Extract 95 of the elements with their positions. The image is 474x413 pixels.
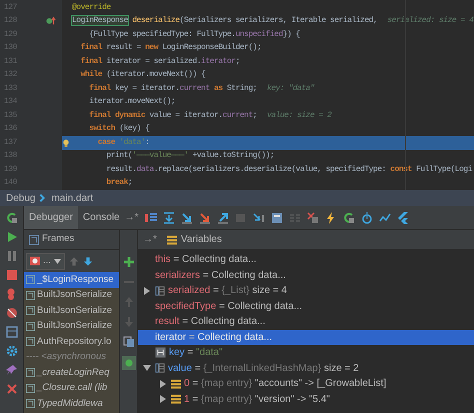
pin-tab-label[interactable]: →* [124, 210, 139, 225]
stack-frame-item[interactable]: _Closure.call (lib [24, 380, 119, 396]
flutter-inspector-icon[interactable] [396, 212, 409, 224]
inline-value-hint: key: "data" [266, 82, 314, 95]
run-config-name: main.dart [51, 192, 94, 206]
stack-frame-item[interactable]: _createLoginReq [24, 365, 119, 380]
code-line: final dynamic value = iterator.current; [88, 110, 257, 122]
panel-title: Frames [42, 232, 74, 246]
variable-entry: serialized = {_List} size = 4 [168, 284, 287, 298]
code-line: case 'data': [96, 136, 150, 149]
settings-icon[interactable] [6, 345, 18, 357]
variable-entry: serializers = Collecting data... [155, 268, 286, 283]
lightning-icon[interactable] [324, 212, 337, 224]
variable-entry: iterator = Collecting data... [155, 330, 272, 345]
rerun-icon[interactable] [6, 212, 18, 224]
line-chart-icon[interactable] [378, 212, 391, 224]
debugger-tab[interactable]: Console [78, 206, 125, 229]
variable-entry: 0 = {map entry} "accounts" -> [_GrowableList] [184, 377, 386, 392]
thread-dropdown[interactable]: ... [26, 252, 65, 270]
code-line: final iterator = serialized.iterator; [80, 56, 240, 68]
stopwatch-icon[interactable] [360, 212, 373, 224]
tree-toggle-icon[interactable] [159, 380, 167, 388]
code-line: switch (key) { [88, 123, 150, 136]
variable-entry: key = "data" [169, 346, 223, 360]
tree-toggle-icon[interactable] [143, 364, 151, 372]
entry-icon [171, 394, 181, 404]
step-over-icon[interactable] [162, 212, 175, 224]
pin-tab-label[interactable]: →* [143, 232, 157, 247]
mute-breakpoints-icon[interactable] [6, 307, 18, 319]
step-into-icon[interactable] [180, 212, 193, 224]
code-line: result.data.replace(serializers.deserialize(value, specifiedType: const FullType(Logi [105, 164, 472, 176]
list-icon [155, 362, 165, 374]
frame-icon [26, 399, 35, 408]
variable-entry: 1 = {map entry} "version" -> "5.4" [184, 392, 330, 407]
stop-icon[interactable] [6, 269, 18, 281]
arrow-down-icon[interactable] [82, 256, 93, 266]
caret-icon [54, 258, 61, 264]
tree-toggle-icon[interactable] [159, 395, 167, 404]
stack-frame-item[interactable]: AuthRepository.lo [24, 334, 119, 350]
copy-icon[interactable] [122, 336, 134, 348]
stack-frame-item[interactable]: BuiltJsonSerialize [24, 318, 119, 334]
entry-icon [171, 378, 181, 389]
step-out-icon[interactable] [216, 212, 229, 224]
resume-icon[interactable] [6, 231, 18, 243]
code-line: final key = iterator.current as String; [88, 82, 257, 95]
variable-entry: this = Collecting data... [155, 253, 256, 268]
frame-icon [26, 290, 35, 300]
hot-restart-icon[interactable] [342, 212, 355, 224]
code-line: while (iterator.moveNext()) { [80, 69, 206, 82]
stack-frame-item[interactable]: _$LoginResponse [24, 272, 119, 288]
variable-entry: value = {_InternalLinkedHashMap} size = 2 [168, 362, 359, 376]
layout-icon[interactable] [6, 326, 18, 338]
inline-value-hint: serialized: size = 4 [387, 15, 474, 28]
panel-title: Variables [180, 233, 222, 247]
variables-icon [166, 234, 177, 244]
watches-toggle-icon[interactable] [122, 356, 136, 370]
panel-title: Debug [6, 192, 36, 206]
stack-frame-item[interactable]: BuiltJsonSerialize [24, 303, 119, 318]
inline-value-hint: value: size = 2 [266, 110, 332, 122]
thread-icon [30, 256, 40, 266]
stack-frame-item[interactable]: ---- <asynchronous [24, 350, 119, 365]
frames-icon [29, 234, 39, 244]
close-icon[interactable] [6, 383, 18, 395]
debugger-tab[interactable]: Debugger [24, 206, 78, 229]
override-marker-icon [46, 16, 56, 26]
frame-icon [26, 275, 35, 284]
view-breakpoints-icon[interactable] [6, 288, 18, 300]
tree-toggle-icon[interactable] [143, 286, 151, 295]
run-to-cursor-icon[interactable] [252, 212, 265, 224]
lightbulb-icon[interactable] [62, 138, 70, 148]
frame-icon [26, 368, 35, 378]
force-step-into-icon[interactable] [198, 212, 211, 224]
code-line: LoginResponse deserialize(Serializers serializers, Iterable serialized, [71, 15, 378, 28]
frame-icon [26, 337, 35, 346]
variable-entry: specifiedType = Collecting data... [155, 300, 302, 314]
code-line: @override [71, 2, 111, 14]
stack-frame-item[interactable]: TypedMiddlewa [24, 396, 119, 412]
show-execution-point-icon[interactable] [144, 212, 157, 224]
list-icon [155, 284, 165, 297]
frame-icon [26, 306, 35, 316]
code-line: iterator.moveNext(); [88, 96, 176, 108]
variable-entry: result = Collecting data... [155, 315, 266, 330]
code-line: final result = new LoginResponseBuilder(); [80, 42, 262, 54]
selected-variable-row[interactable]: iterator = Collecting data... [138, 330, 474, 345]
code-line: break; [105, 177, 132, 190]
string-type-icon [155, 347, 166, 358]
add-watch-icon[interactable] [122, 256, 134, 268]
code-line: print('———value———' +value.toString()); [105, 150, 274, 162]
pin-icon[interactable] [6, 364, 18, 376]
stack-frame-item[interactable]: BuiltJsonSerialize [24, 288, 119, 303]
evaluate-icon[interactable] [270, 212, 283, 224]
pause-icon[interactable] [6, 250, 18, 262]
frame-icon [26, 322, 35, 331]
code-line: {FullType specifiedType: FullType.unspecified}) { [88, 28, 300, 41]
frame-icon [26, 384, 35, 393]
